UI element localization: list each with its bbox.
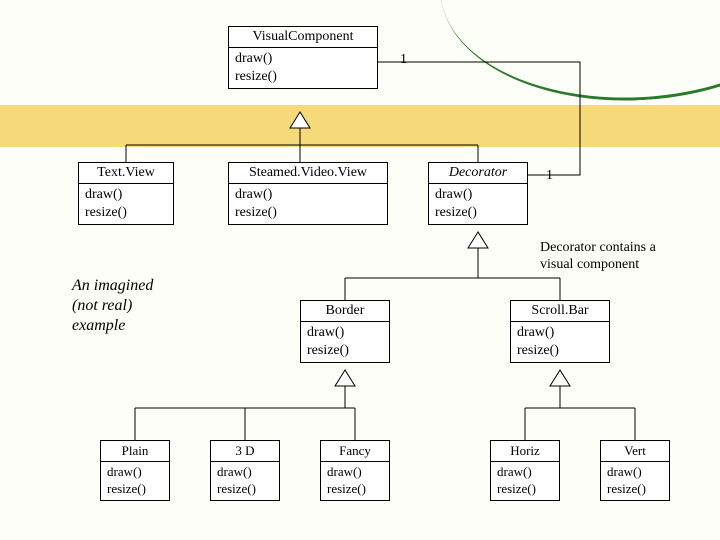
class-title: Vert — [601, 441, 669, 462]
class-3d: 3 D draw() resize() — [210, 440, 280, 501]
class-ops: draw() resize() — [101, 462, 169, 500]
class-title: 3 D — [211, 441, 279, 462]
class-decorator: Decorator draw() resize() — [428, 162, 528, 225]
class-border: Border draw() resize() — [300, 300, 390, 363]
class-ops: draw() resize() — [79, 184, 173, 224]
multiplicity-label: 1 — [400, 52, 407, 68]
uml-diagram: VisualComponent draw() resize() 1 Text.V… — [0, 0, 720, 540]
class-ops: draw() resize() — [211, 462, 279, 500]
class-title: Text.View — [79, 163, 173, 184]
class-title: VisualComponent — [229, 27, 377, 48]
class-ops: draw() resize() — [229, 184, 387, 224]
class-title: Horiz — [491, 441, 559, 462]
class-text-view: Text.View draw() resize() — [78, 162, 174, 225]
class-visual-component: VisualComponent draw() resize() — [228, 26, 378, 89]
class-ops: draw() resize() — [601, 462, 669, 500]
class-steamed-video-view: Steamed.Video.View draw() resize() — [228, 162, 388, 225]
note-imagined: An imagined (not real) example — [72, 276, 153, 336]
class-ops: draw() resize() — [321, 462, 389, 500]
class-title: Steamed.Video.View — [229, 163, 387, 184]
class-ops: draw() resize() — [229, 48, 377, 88]
class-scroll-bar: Scroll.Bar draw() resize() — [510, 300, 610, 363]
class-title: Plain — [101, 441, 169, 462]
class-ops: draw() resize() — [511, 322, 609, 362]
multiplicity-label: 1 — [546, 168, 553, 184]
class-ops: draw() resize() — [301, 322, 389, 362]
class-plain: Plain draw() resize() — [100, 440, 170, 501]
class-horiz: Horiz draw() resize() — [490, 440, 560, 501]
class-fancy: Fancy draw() resize() — [320, 440, 390, 501]
class-title: Fancy — [321, 441, 389, 462]
note-decorator-contains: Decorator contains a visual component — [540, 240, 656, 274]
class-vert: Vert draw() resize() — [600, 440, 670, 501]
class-title: Decorator — [429, 163, 527, 184]
class-title: Border — [301, 301, 389, 322]
class-ops: draw() resize() — [429, 184, 527, 224]
class-title: Scroll.Bar — [511, 301, 609, 322]
class-ops: draw() resize() — [491, 462, 559, 500]
